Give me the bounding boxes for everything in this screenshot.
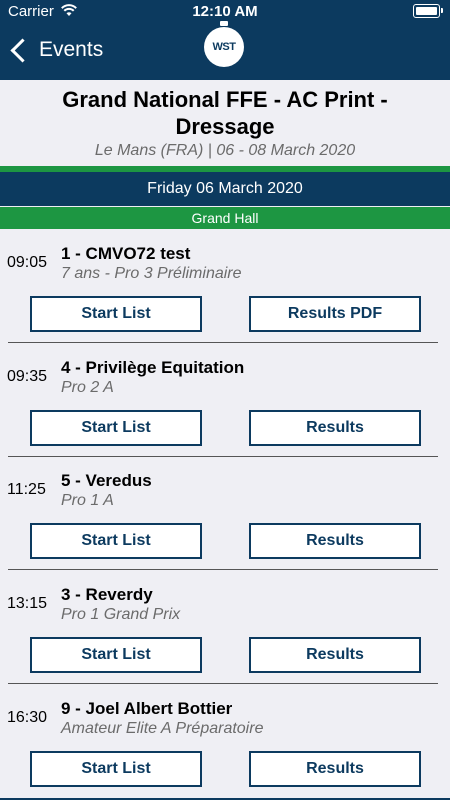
row-separator xyxy=(8,342,438,343)
back-button[interactable]: Events xyxy=(8,34,103,66)
competition-name: 4 - Privilège Equitation xyxy=(61,358,245,377)
event-location-dates: Le Mans (FRA) | 06 - 08 March 2020 xyxy=(94,142,356,159)
results-button[interactable]: Results xyxy=(249,751,421,787)
start-list-button[interactable]: Start List xyxy=(30,751,202,787)
competition-item: 13:15 3 - Reverdy Pro 1 Grand Prix Start… xyxy=(0,571,450,684)
start-list-button[interactable]: Start List xyxy=(30,637,202,673)
navigation-bar: Carrier 12:10 AM Events WST xyxy=(0,0,450,80)
event-header: Grand National FFE - AC Print - Dressage… xyxy=(0,80,450,166)
competition-class: 7 ans - Pro 3 Préliminaire xyxy=(61,265,242,282)
row-separator xyxy=(8,569,438,570)
row-separator xyxy=(8,683,438,684)
competition-class: Pro 1 A xyxy=(61,492,114,509)
hall-header: Grand Hall xyxy=(0,207,450,229)
competition-list[interactable]: 09:05 1 - CMVO72 test 7 ans - Pro 3 Prél… xyxy=(0,230,450,800)
status-time: 12:10 AM xyxy=(192,3,258,20)
competition-time: 11:25 xyxy=(7,481,46,498)
start-list-button[interactable]: Start List xyxy=(30,410,202,446)
competition-item: 09:05 1 - CMVO72 test 7 ans - Pro 3 Prél… xyxy=(0,230,450,343)
competition-time: 09:35 xyxy=(7,368,48,385)
event-title-line1: Grand National FFE - AC Print - xyxy=(62,87,388,112)
competition-name: 9 - Joel Albert Bottier xyxy=(61,699,233,718)
back-label: Events xyxy=(39,38,104,61)
results-button[interactable]: Results xyxy=(249,637,421,673)
competition-item: 16:30 9 - Joel Albert Bottier Amateur El… xyxy=(0,685,450,798)
results-pdf-button[interactable]: Results PDF xyxy=(249,296,421,332)
competition-time: 13:15 xyxy=(7,595,48,612)
competition-time: 16:30 xyxy=(7,709,48,726)
start-list-button[interactable]: Start List xyxy=(30,523,202,559)
competition-name: 1 - CMVO72 test xyxy=(61,244,191,263)
results-button[interactable]: Results xyxy=(249,523,421,559)
event-title-line2: Dressage xyxy=(175,114,275,139)
start-list-button[interactable]: Start List xyxy=(30,296,202,332)
wst-logo: WST xyxy=(204,21,244,67)
competition-time: 09:05 xyxy=(7,254,48,271)
competition-item: 11:25 5 - Veredus Pro 1 A Start List Res… xyxy=(0,457,450,570)
results-button[interactable]: Results xyxy=(249,410,421,446)
chevron-left-icon xyxy=(10,37,35,63)
competition-name: 3 - Reverdy xyxy=(61,585,153,604)
battery-icon xyxy=(413,4,443,18)
competition-name: 5 - Veredus xyxy=(61,471,152,490)
competition-class: Pro 2 A xyxy=(61,379,114,396)
competition-class: Pro 1 Grand Prix xyxy=(61,606,181,623)
competition-class: Amateur Elite A Préparatoire xyxy=(61,720,264,737)
competition-item: 09:35 4 - Privilège Equitation Pro 2 A S… xyxy=(0,344,450,457)
day-header: Friday 06 March 2020 xyxy=(0,172,450,206)
